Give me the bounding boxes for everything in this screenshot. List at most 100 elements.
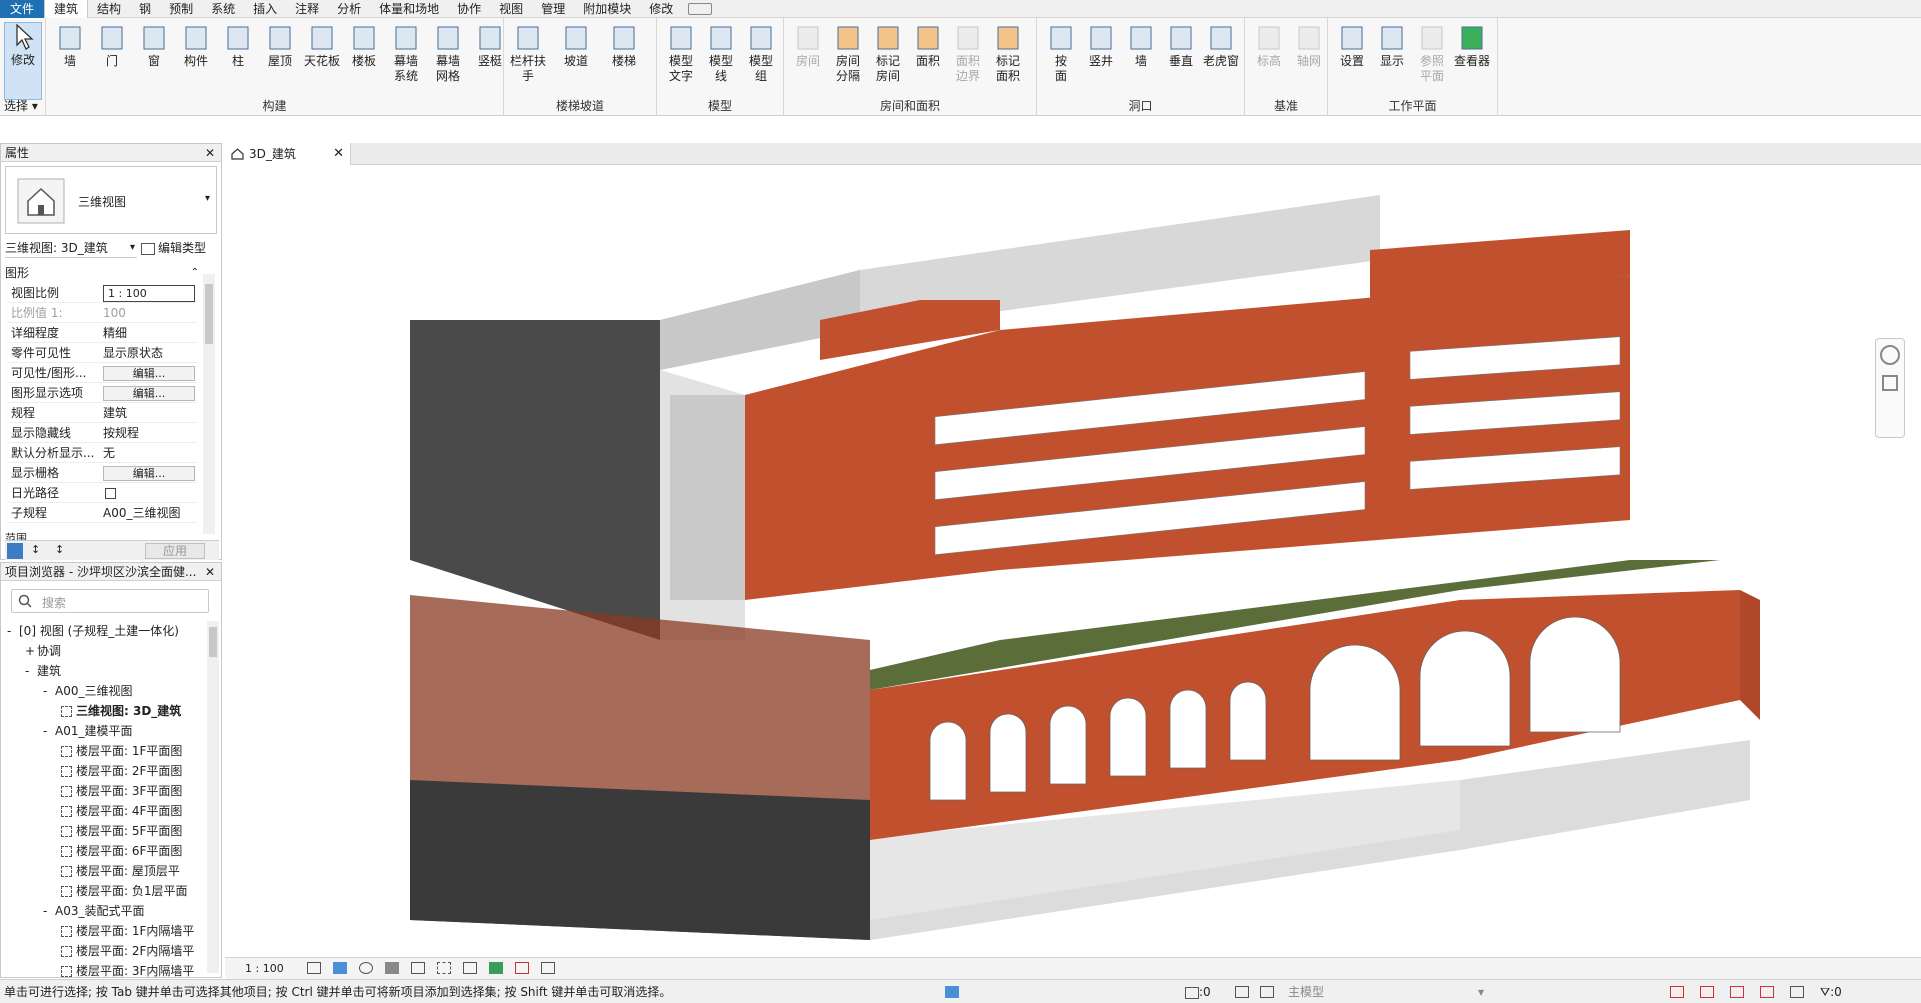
shadows-icon[interactable] (385, 962, 399, 974)
crop-view-icon[interactable] (411, 962, 425, 974)
property-value[interactable]: 显示原状态 (103, 344, 195, 363)
collapse-icon[interactable]: - (43, 721, 55, 741)
sort-za-icon[interactable]: ↕ (55, 543, 64, 556)
sun-path-checkbox[interactable] (105, 488, 116, 499)
tree-node[interactable]: - A00_三维视图 (43, 681, 205, 701)
ribbon-button-room[interactable]: 面积 (908, 24, 948, 69)
expand-icon[interactable]: + (25, 641, 37, 661)
menu-item[interactable]: 插入 (244, 0, 286, 18)
ribbon-button-build[interactable]: 窗 (134, 24, 174, 69)
edit-button[interactable]: 编辑... (103, 366, 195, 381)
ribbon-button-opening[interactable]: 按 面 (1041, 24, 1081, 84)
ribbon-button-opening[interactable]: 竖井 (1081, 24, 1121, 69)
ribbon-button-stairs[interactable]: 坡道 (556, 24, 596, 69)
property-value[interactable]: 建筑 (103, 404, 195, 423)
property-value[interactable]: 按规程 (103, 424, 195, 443)
tab-3d-view[interactable]: 3D_建筑 ✕ (225, 143, 351, 165)
menu-item[interactable]: 分析 (328, 0, 370, 18)
tree-node[interactable]: 楼层平面: 负1层平面 (61, 881, 205, 901)
menu-item[interactable]: 文件 (0, 0, 45, 18)
lock-view-icon[interactable] (463, 962, 477, 974)
ribbon-button-build[interactable]: 幕墙 系统 (386, 24, 426, 84)
modify-button[interactable]: 修改 (4, 22, 42, 100)
categorize-icon[interactable] (7, 543, 23, 559)
steering-wheel-icon[interactable] (1880, 345, 1900, 365)
menu-item[interactable]: 建筑 (44, 0, 89, 18)
ribbon-button-stairs[interactable]: 楼梯 (604, 24, 644, 69)
zoom-icon[interactable] (1882, 375, 1898, 391)
show-crop-region-icon[interactable] (437, 962, 451, 974)
browser-scrollbar[interactable] (207, 621, 219, 973)
collapse-icon[interactable]: - (43, 681, 55, 701)
tree-node[interactable]: + 协调 (25, 641, 205, 661)
tree-node[interactable]: 楼层平面: 屋顶层平 (61, 861, 205, 881)
collapse-icon[interactable]: - (7, 621, 19, 641)
tree-node[interactable]: 楼层平面: 2F内隔墙平 (61, 941, 205, 961)
menu-item[interactable]: 修改 (640, 0, 682, 18)
close-tab-icon[interactable]: ✕ (333, 143, 344, 165)
apply-button[interactable]: 应用 (145, 543, 205, 559)
ribbon-button-opening[interactable]: 垂直 (1161, 24, 1201, 69)
analytical-model-icon[interactable] (541, 962, 555, 974)
tree-node[interactable]: 楼层平面: 3F平面图 (61, 781, 205, 801)
view-scale[interactable]: 1 : 100 (245, 962, 284, 975)
tree-node[interactable]: - A01_建模平面 (43, 721, 205, 741)
ribbon-button-build[interactable]: 墙 (50, 24, 90, 69)
instance-selector[interactable]: 三维视图: 3D_建筑 ▾ (5, 238, 137, 258)
menu-item[interactable]: 管理 (532, 0, 574, 18)
ribbon-button-model[interactable]: 模型 线 (701, 24, 741, 84)
edit-type-button[interactable]: 编辑类型 (141, 238, 221, 258)
menu-item[interactable]: 协作 (448, 0, 490, 18)
visual-style-icon[interactable] (333, 962, 347, 974)
type-selector[interactable]: 三维视图 ▾ (5, 166, 217, 234)
properties-scrollbar[interactable] (203, 274, 215, 534)
ribbon-button-workplane[interactable]: 参照 平面 (1412, 24, 1452, 84)
tree-node[interactable]: - [0] 视图 (子规程_土建一体化) (7, 621, 205, 641)
ribbon-button-room[interactable]: 面积 边界 (948, 24, 988, 84)
select-pinned-icon[interactable] (1730, 986, 1744, 998)
ribbon-button-opening[interactable]: 老虎窗 (1201, 24, 1241, 69)
ribbon-button-build[interactable]: 天花板 (302, 24, 342, 69)
tree-node[interactable]: - 建筑 (25, 661, 205, 681)
select-underlay-icon[interactable] (1700, 986, 1714, 998)
tree-node[interactable]: 楼层平面: 4F平面图 (61, 801, 205, 821)
3d-viewport[interactable]: 左 前 (225, 166, 1921, 957)
menu-item[interactable]: 附加模块 (574, 0, 640, 18)
tree-node[interactable]: 楼层平面: 1F内隔墙平 (61, 921, 205, 941)
ribbon-button-datum[interactable]: 标高 (1249, 24, 1289, 69)
tree-node[interactable]: - A03_装配式平面 (43, 901, 205, 921)
sort-az-icon[interactable]: ↕ (31, 543, 40, 556)
ribbon-button-model[interactable]: 模型 组 (741, 24, 781, 84)
edit-button[interactable]: 编辑... (103, 466, 195, 481)
filter-indicator[interactable]: ⛛:0 (1820, 980, 1842, 1003)
worksets-indicator[interactable]: :0 (1185, 980, 1211, 1003)
ribbon-button-datum[interactable]: 轴网 (1289, 24, 1329, 69)
tree-node[interactable]: 楼层平面: 5F平面图 (61, 821, 205, 841)
temporary-hide-icon[interactable] (489, 962, 503, 974)
select-dropdown[interactable]: 选择 ▾ (4, 97, 38, 114)
property-value[interactable]: A00_三维视图 (103, 504, 195, 523)
tree-node[interactable]: 三维视图: 3D_建筑 (61, 701, 205, 721)
section-graphics[interactable]: 图形 ⌃ (5, 264, 201, 282)
property-value[interactable]: 精细 (103, 324, 195, 343)
ribbon-button-room[interactable]: 标记 房间 (868, 24, 908, 84)
menu-item[interactable]: 体量和场地 (370, 0, 448, 18)
select-links-icon[interactable] (1670, 986, 1684, 998)
reveal-hidden-icon[interactable] (515, 962, 529, 974)
ribbon-button-room[interactable]: 标记 面积 (988, 24, 1028, 84)
ribbon-button-build[interactable]: 门 (92, 24, 132, 69)
ribbon-button-build[interactable]: 屋顶 (260, 24, 300, 69)
menu-item[interactable]: 预制 (160, 0, 202, 18)
building-model[interactable] (225, 166, 1921, 957)
detail-level-icon[interactable] (307, 962, 321, 974)
close-icon[interactable]: ✕ (205, 563, 215, 581)
sun-path-icon[interactable] (359, 962, 373, 974)
browser-search[interactable]: 搜索 (11, 589, 209, 613)
edit-button[interactable]: 编辑... (103, 386, 195, 401)
ribbon-button-build[interactable]: 构件 (176, 24, 216, 69)
menu-item[interactable]: 系统 (202, 0, 244, 18)
tree-node[interactable]: 楼层平面: 3F内隔墙平 (61, 961, 205, 981)
ribbon-button-model[interactable]: 模型 文字 (661, 24, 701, 84)
ribbon-button-opening[interactable]: 墙 (1121, 24, 1161, 69)
menu-item[interactable]: 钢 (130, 0, 160, 18)
